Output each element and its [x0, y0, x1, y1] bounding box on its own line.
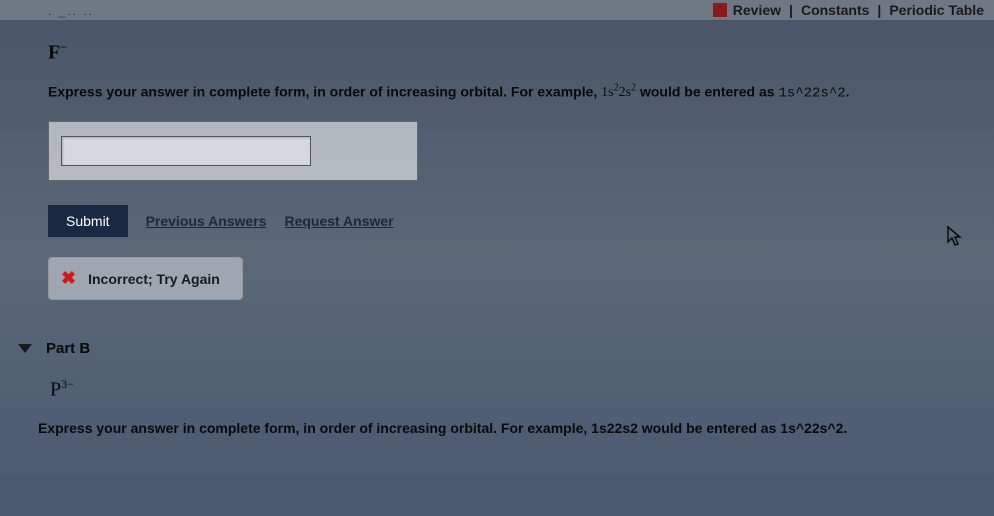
review-link[interactable]: Review	[733, 2, 781, 18]
answer-input[interactable]	[61, 136, 311, 166]
part-b-title: Part B	[46, 340, 90, 357]
top-bar: Review | Constants | Periodic Table	[0, 0, 994, 20]
answer-input-container	[48, 121, 418, 181]
separator: |	[877, 2, 881, 18]
truncated-header: . _.. ..	[48, 4, 94, 18]
part-b-header[interactable]: Part B	[18, 340, 964, 357]
collapse-icon	[18, 344, 32, 353]
feedback-text: Incorrect; Try Again	[88, 271, 220, 287]
feedback-box: ✖ Incorrect; Try Again	[48, 257, 243, 300]
flag-icon	[713, 3, 727, 17]
constants-link[interactable]: Constants	[801, 2, 869, 18]
separator: |	[789, 2, 793, 18]
instruction-b: Express your answer in complete form, in…	[38, 420, 964, 436]
instruction-a: Express your answer in complete form, in…	[48, 83, 964, 102]
previous-answers-link[interactable]: Previous Answers	[146, 213, 267, 229]
periodic-table-link[interactable]: Periodic Table	[889, 2, 984, 18]
ion-symbol-a: F−	[48, 40, 964, 65]
ion-symbol-b: P3−	[50, 377, 964, 402]
cursor-icon	[946, 225, 964, 253]
incorrect-icon: ✖	[61, 268, 76, 289]
button-row: Submit Previous Answers Request Answer	[48, 205, 964, 237]
content-area: F− Express your answer in complete form,…	[0, 20, 994, 456]
submit-button[interactable]: Submit	[48, 205, 128, 237]
request-answer-link[interactable]: Request Answer	[284, 213, 393, 229]
